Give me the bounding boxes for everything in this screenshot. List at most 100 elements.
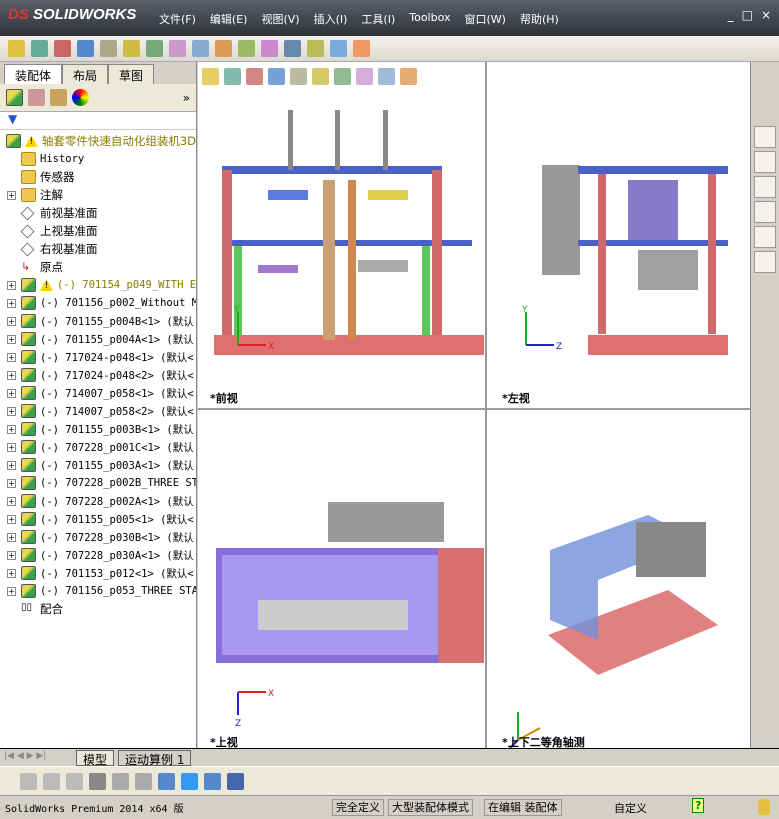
- display-tool-icon[interactable]: [181, 772, 198, 790]
- expand-toggle[interactable]: +: [7, 388, 16, 398]
- viewport-isometric[interactable]: *上下二等角轴测: [488, 410, 750, 748]
- menu-item[interactable]: 文件(F): [152, 11, 203, 27]
- viewport-top[interactable]: ZX *上视: [198, 410, 484, 748]
- units-selector[interactable]: 自定义: [614, 800, 647, 816]
- tree-component[interactable]: + (-) 714007_p058<2> (默认<: [0, 402, 196, 420]
- toolbar-button-icon[interactable]: [353, 40, 370, 57]
- expand-chevron-icon[interactable]: »: [183, 91, 190, 105]
- tag-icon[interactable]: [758, 799, 770, 815]
- tree-component[interactable]: + (-) 701156_p053_THREE STA: [0, 582, 196, 600]
- tree-component[interactable]: + (-) 701155_p004B<1> (默认: [0, 312, 196, 330]
- expand-toggle[interactable]: +: [7, 334, 16, 344]
- display-tool-icon[interactable]: [89, 772, 106, 790]
- solidworks-logo[interactable]: DS SOLIDWORKS: [8, 6, 136, 23]
- menu-item[interactable]: 工具(I): [354, 11, 402, 27]
- tree-item[interactable]: 上视基准面: [0, 222, 196, 240]
- toolbar-button-icon[interactable]: [8, 40, 25, 57]
- toolbar-button-icon[interactable]: [192, 40, 209, 57]
- expand-toggle[interactable]: +: [7, 496, 16, 506]
- tree-item-mates[interactable]: ▯▯ 配合: [0, 600, 196, 618]
- tree-item[interactable]: History: [0, 150, 196, 168]
- display-tool-icon[interactable]: [112, 772, 129, 790]
- view-palette-icon[interactable]: [754, 201, 776, 223]
- view-tool-icon[interactable]: [400, 67, 417, 85]
- tree-item[interactable]: 传感器: [0, 168, 196, 186]
- tree-component[interactable]: + (-) 701156_p002_Without M: [0, 294, 196, 312]
- expand-toggle[interactable]: +: [7, 352, 16, 362]
- expand-toggle[interactable]: +: [7, 298, 16, 308]
- menu-item[interactable]: Toolbox: [402, 11, 457, 27]
- expand-toggle[interactable]: +: [7, 550, 16, 560]
- menu-item[interactable]: 编辑(E): [203, 11, 255, 27]
- display-tool-icon[interactable]: [227, 772, 244, 790]
- tree-root[interactable]: ! 轴套零件快速自动化组装机3D: [0, 132, 196, 150]
- view-tool-icon[interactable]: [312, 67, 329, 85]
- viewport-splitter-vertical[interactable]: [485, 62, 487, 748]
- tree-component[interactable]: + (-) 701155_p004A<1> (默认: [0, 330, 196, 348]
- toolbar-button-icon[interactable]: [54, 40, 71, 57]
- minimize-button[interactable]: _: [728, 8, 734, 22]
- tree-item[interactable]: ↳ 原点: [0, 258, 196, 276]
- toolbar-button-icon[interactable]: [330, 40, 347, 57]
- viewport-front[interactable]: YX *前视: [198, 90, 484, 407]
- display-tool-icon[interactable]: [135, 772, 152, 790]
- toolbar-button-icon[interactable]: [169, 40, 186, 57]
- toolbar-button-icon[interactable]: [261, 40, 278, 57]
- tree-component[interactable]: + (-) 707228_p030B<1> (默认: [0, 528, 196, 546]
- tree-item[interactable]: + 注解: [0, 186, 196, 204]
- help-icon[interactable]: ?: [692, 798, 705, 813]
- view-tool-icon[interactable]: [268, 67, 285, 85]
- restore-button[interactable]: □: [742, 8, 753, 22]
- property-manager-icon[interactable]: [28, 89, 45, 106]
- expand-toggle[interactable]: +: [7, 514, 16, 524]
- view-tool-icon[interactable]: [290, 67, 307, 85]
- toolbar-button-icon[interactable]: [238, 40, 255, 57]
- tree-component[interactable]: + (-) 714007_p058<1> (默认<: [0, 384, 196, 402]
- tab-assembly[interactable]: 装配体: [4, 64, 63, 84]
- tab-scroll-arrows[interactable]: |◀ ◀ ▶ ▶|: [4, 751, 46, 761]
- tree-component[interactable]: + (-) 701155_p003B<1> (默认: [0, 420, 196, 438]
- file-explorer-icon[interactable]: [754, 176, 776, 198]
- menu-item[interactable]: 插入(I): [307, 11, 355, 27]
- expand-toggle[interactable]: +: [7, 316, 16, 326]
- view-tool-icon[interactable]: [334, 67, 351, 85]
- view-tool-icon[interactable]: [246, 67, 263, 85]
- configuration-manager-icon[interactable]: [50, 89, 67, 106]
- viewport-left[interactable]: YZ *左视: [488, 90, 750, 407]
- close-button[interactable]: ×: [761, 8, 771, 22]
- display-tool-icon[interactable]: [204, 772, 221, 790]
- expand-toggle[interactable]: +: [7, 190, 16, 200]
- expand-toggle[interactable]: +: [7, 406, 16, 416]
- toolbar-button-icon[interactable]: [215, 40, 232, 57]
- feature-manager-icon[interactable]: [6, 89, 23, 106]
- expand-toggle[interactable]: +: [7, 478, 16, 488]
- expand-toggle[interactable]: +: [7, 280, 16, 290]
- toolbar-button-icon[interactable]: [307, 40, 324, 57]
- view-tool-icon[interactable]: [202, 67, 219, 85]
- display-manager-icon[interactable]: [72, 89, 89, 106]
- tree-component[interactable]: + (-) 701155_p005<1> (默认<: [0, 510, 196, 528]
- tree-component[interactable]: + (-) 717024-p048<2> (默认<: [0, 366, 196, 384]
- tree-component[interactable]: + (-) 707228_p030A<1> (默认: [0, 546, 196, 564]
- tree-filter[interactable]: ▼: [0, 112, 196, 130]
- tab-model[interactable]: 模型: [76, 750, 115, 767]
- expand-toggle[interactable]: +: [7, 532, 16, 542]
- tab-motion-study[interactable]: 运动算例 1: [118, 750, 192, 767]
- tree-component[interactable]: + (-) 707228_p002B_THREE STA: [0, 474, 196, 492]
- expand-toggle[interactable]: +: [7, 370, 16, 380]
- display-tool-icon[interactable]: [66, 772, 83, 790]
- expand-toggle[interactable]: +: [7, 460, 16, 470]
- tree-component[interactable]: + (-) 701155_p003A<1> (默认: [0, 456, 196, 474]
- menu-item[interactable]: 视图(V): [254, 11, 306, 27]
- tab-layout[interactable]: 布局: [62, 64, 109, 84]
- view-tool-icon[interactable]: [378, 67, 395, 85]
- tree-component[interactable]: + (-) 707228_p002A<1> (默认: [0, 492, 196, 510]
- toolbar-button-icon[interactable]: [284, 40, 301, 57]
- tree-component[interactable]: + (-) 707228_p001C<1> (默认: [0, 438, 196, 456]
- tab-sketch[interactable]: 草图: [108, 64, 155, 84]
- expand-toggle[interactable]: +: [7, 568, 16, 578]
- view-tool-icon[interactable]: [356, 67, 373, 85]
- expand-toggle[interactable]: +: [7, 586, 16, 596]
- toolbar-button-icon[interactable]: [100, 40, 117, 57]
- tree-component[interactable]: + (-) 717024-p048<1> (默认<: [0, 348, 196, 366]
